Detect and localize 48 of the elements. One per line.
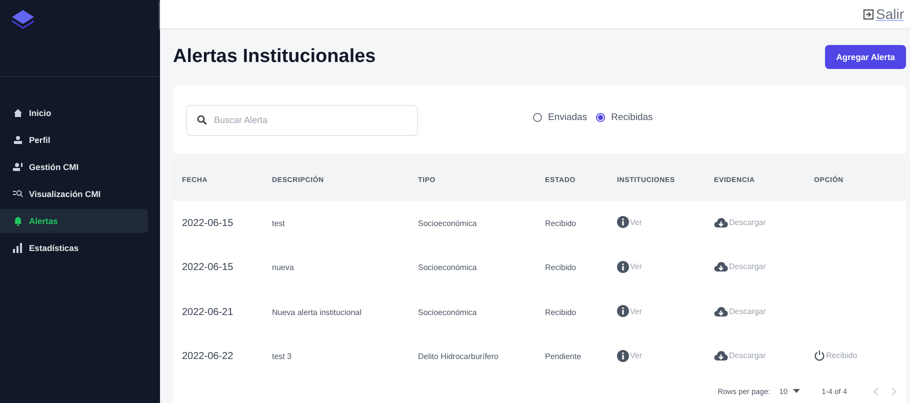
bell-icon [13,216,23,226]
cloud-download-icon [714,261,728,272]
home-icon [13,108,23,118]
table-cell-text: Socioeconómica [418,308,478,317]
sidebar-item[interactable]: Visualización CMI [0,182,148,206]
table-cell-text: nueva [272,263,295,272]
cloud-download-icon [714,216,728,228]
sidebar-item[interactable]: Inicio [0,101,148,125]
table-cell-text: test 3 [272,352,293,362]
caret-icon [792,389,800,393]
page-title: Alertas Institucionales [173,46,376,68]
info-icon [617,350,629,362]
table-cell-text: Socioeconómica [418,263,478,272]
logout-link[interactable]: Salir [862,6,904,22]
table-cell-text: Recibido [545,218,578,228]
radio-option[interactable]: Enviadas [533,112,588,122]
power-icon [814,350,825,362]
logo-icon [10,8,36,30]
cloud-download-icon [714,350,728,362]
logout-icon [862,8,874,20]
radio-option[interactable]: Recibidas [596,112,653,122]
next-page-icon[interactable] [891,386,897,396]
sidebar-item[interactable]: Perfil [0,128,148,152]
info-icon [617,305,629,318]
table-cell-text: Recibido [545,308,578,317]
info-icon [617,216,629,228]
chart-icon [13,243,23,253]
table-cell-text: 2022-06-21 [182,306,234,318]
table-cell-text: 2022-06-15 [182,218,234,229]
info-icon [617,260,629,273]
table-cell-text: Socioeconómica [418,218,478,228]
add-alert-button[interactable]: Agregar Alerta [825,45,906,69]
table-cell-text: Delito Hidrocarburífero [418,352,500,362]
sidebar-item[interactable]: Alertas [0,209,148,233]
table-cell-text: Pendiente [545,352,582,362]
sidebar-item[interactable]: Estadísticas [0,236,148,260]
user-icon [13,135,23,145]
cloud-download-icon [714,306,728,317]
previous-page-icon[interactable] [873,386,879,396]
sidebar-item[interactable]: Gestión CMI [0,155,148,179]
table-cell-text: Nueva alerta institucional [272,308,362,317]
table-cell-text: 2022-06-22 [182,351,234,362]
search-icon [13,189,23,199]
table-cell-text: Recibido [545,263,578,272]
table-cell-text: test [272,218,286,228]
table-cell-text: 2022-06-15 [182,262,234,274]
search-field[interactable]: Buscar Alerta [186,104,418,136]
users-icon [13,162,23,172]
